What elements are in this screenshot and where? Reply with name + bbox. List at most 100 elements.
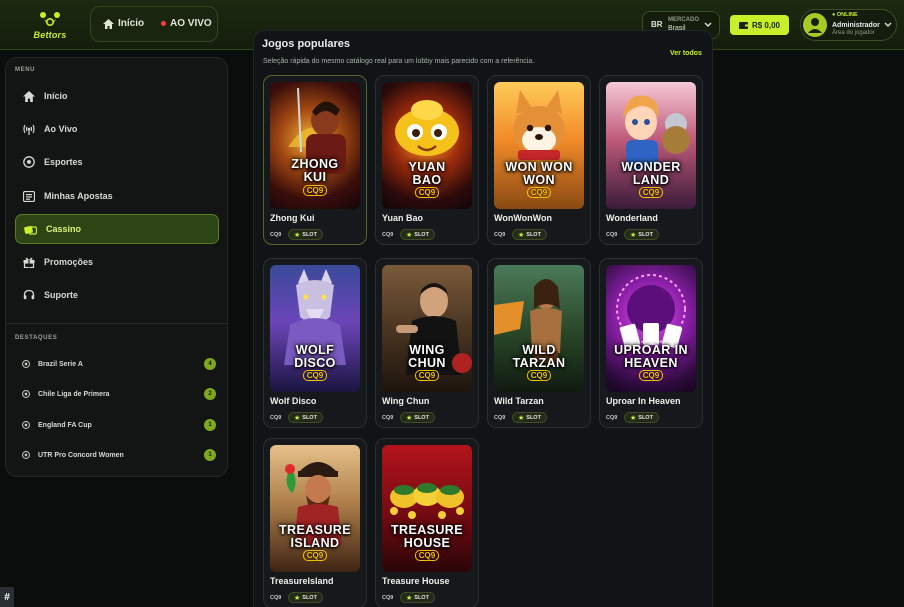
game-thumbnail[interactable]: TREASURE ISLAND CQ9 [270, 445, 360, 572]
star-icon: ★ [406, 594, 413, 602]
highlight-item[interactable]: UTR Pro Concord Women 1 [22, 448, 216, 462]
game-card[interactable]: ZHONG KUI CQ9 Zhong Kui CQ9 ★ SLOT [263, 75, 367, 245]
game-name: Zhong Kui [270, 213, 315, 223]
game-thumbnail[interactable]: WONDER LAND CQ9 [606, 82, 696, 209]
game-provider: CQ9 [382, 415, 394, 421]
balance-button[interactable]: R$ 0,00 [730, 15, 789, 35]
game-thumbnail[interactable]: YUAN BAO CQ9 [382, 82, 472, 209]
game-card[interactable]: WILD TARZAN CQ9 Wild Tarzan CQ9 ★ SLOT [487, 258, 591, 428]
user-menu[interactable]: ● ONLINE Administrador Área do jogador [800, 9, 897, 41]
provider-logo: CQ9 [382, 187, 472, 198]
provider-logo: CQ9 [494, 370, 584, 381]
sidebar-item-minhas-apostas[interactable]: Minhas Apostas [15, 181, 219, 211]
game-name: Yuan Bao [382, 213, 424, 223]
logo-text: Bettors [33, 30, 67, 40]
game-tag: ★ SLOT [400, 229, 435, 240]
user-name: Administrador [832, 22, 880, 29]
game-tag: ★ SLOT [624, 412, 659, 423]
game-tag: ★ SLOT [512, 229, 547, 240]
sidebar-item-cassino[interactable]: Cassino [15, 214, 219, 244]
game-tag: ★ SLOT [400, 592, 435, 603]
sidebar-item-label: Promoções [44, 257, 94, 267]
game-provider: CQ9 [606, 415, 618, 421]
game-card[interactable]: WON WON WON CQ9 WonWonWon CQ9 ★ SLOT [487, 75, 591, 245]
games-panel: Jogos populares Seleção rápida do mesmo … [253, 30, 713, 607]
highlight-label: Chile Liga de Primera [38, 390, 110, 398]
game-card[interactable]: WOLF DISCO CQ9 Wolf Disco CQ9 ★ SLOT [263, 258, 367, 428]
game-art-title: WING CHUN [408, 343, 446, 370]
game-provider: CQ9 [270, 415, 282, 421]
highlight-count-badge: 2 [204, 388, 216, 400]
game-thumbnail[interactable]: WILD TARZAN CQ9 [494, 265, 584, 392]
see-all-link[interactable]: Ver todos [670, 50, 702, 57]
highlight-item[interactable]: Brazil Serie A 4 [22, 357, 216, 371]
game-card[interactable]: WONDER LAND CQ9 Wonderland CQ9 ★ SLOT [599, 75, 703, 245]
live-dot-icon [161, 21, 166, 26]
star-icon: ★ [406, 414, 413, 422]
user-icon [808, 18, 822, 33]
chevron-down-icon [704, 22, 712, 27]
ticket-list-icon [23, 190, 35, 202]
highlight-item[interactable]: Chile Liga de Primera 2 [22, 387, 216, 401]
game-provider: CQ9 [382, 595, 394, 601]
nav-live-link[interactable]: AO VIVO [161, 18, 212, 29]
game-provider: CQ9 [270, 595, 282, 601]
game-provider: CQ9 [382, 232, 394, 238]
home-icon [23, 90, 35, 102]
market-code: BR [651, 20, 663, 29]
soccer-ball-icon [22, 360, 30, 368]
game-card[interactable]: UPROAR IN HEAVEN CQ9 Uproar In Heaven CQ9… [599, 258, 703, 428]
game-tag: ★ SLOT [512, 412, 547, 423]
logo-mark-icon [40, 12, 60, 27]
sidebar-item-label: Início [44, 91, 68, 101]
highlights-title: DESTAQUES [15, 335, 58, 341]
provider-logo: CQ9 [606, 187, 696, 198]
star-icon: ★ [630, 231, 637, 239]
brand-logo[interactable]: Bettors [30, 11, 70, 41]
sidebar-item-esportes[interactable]: Esportes [15, 147, 219, 177]
game-name: Wonderland [606, 213, 658, 223]
user-status: ● ONLINE [832, 12, 858, 18]
sidebar-item-ao-vivo[interactable]: Ao Vivo [15, 114, 219, 144]
star-icon: ★ [630, 414, 637, 422]
section-description: Seleção rápida do mesmo catálogo real pa… [263, 58, 535, 65]
game-thumbnail[interactable]: WOLF DISCO CQ9 [270, 265, 360, 392]
sidebar-item-label: Ao Vivo [44, 124, 78, 134]
provider-logo: CQ9 [382, 370, 472, 381]
gift-icon [23, 257, 35, 268]
provider-logo: CQ9 [382, 550, 472, 561]
sidebar-item-label: Suporte [44, 290, 79, 300]
game-thumbnail[interactable]: WON WON WON CQ9 [494, 82, 584, 209]
balance-amount: R$ 0,00 [751, 20, 781, 30]
home-icon [103, 18, 114, 29]
star-icon: ★ [294, 594, 301, 602]
broadcast-icon [23, 124, 35, 135]
sidebar-item-suporte[interactable]: Suporte [15, 280, 219, 310]
nav-live-label: AO VIVO [170, 18, 212, 29]
provider-logo: CQ9 [606, 370, 696, 381]
soccer-ball-icon [22, 451, 30, 459]
game-name: Wing Chun [382, 396, 430, 406]
game-thumbnail[interactable]: UPROAR IN HEAVEN CQ9 [606, 265, 696, 392]
debug-badge[interactable]: # [0, 587, 14, 607]
section-heading: Jogos populares [262, 39, 351, 50]
game-thumbnail[interactable]: ZHONG KUI CQ9 [270, 82, 360, 209]
game-tag: ★ SLOT [288, 592, 323, 603]
game-provider: CQ9 [494, 415, 506, 421]
game-card[interactable]: TREASURE HOUSE CQ9 Treasure House CQ9 ★ SL… [375, 438, 479, 607]
star-icon: ★ [518, 414, 525, 422]
game-card[interactable]: YUAN BAO CQ9 Yuan Bao CQ9 ★ SLOT [375, 75, 479, 245]
game-name: Treasure House [382, 576, 450, 586]
sidebar-item-inicio[interactable]: Início [15, 81, 219, 111]
sidebar-divider [6, 323, 227, 324]
nav-home-link[interactable]: Início [103, 18, 144, 29]
game-card[interactable]: WING CHUN CQ9 Wing Chun CQ9 ★ SLOT [375, 258, 479, 428]
game-art-title: UPROAR IN HEAVEN [614, 343, 688, 370]
game-thumbnail[interactable]: TREASURE HOUSE CQ9 [382, 445, 472, 572]
game-card[interactable]: TREASURE ISLAND CQ9 TreasureIsland CQ9 ★ S… [263, 438, 367, 607]
game-art-title: WILD TARZAN [512, 343, 566, 370]
sidebar-item-promocoes[interactable]: Promoções [15, 247, 219, 277]
provider-logo: CQ9 [270, 370, 360, 381]
highlight-item[interactable]: England FA Cup 1 [22, 418, 216, 432]
game-thumbnail[interactable]: WING CHUN CQ9 [382, 265, 472, 392]
